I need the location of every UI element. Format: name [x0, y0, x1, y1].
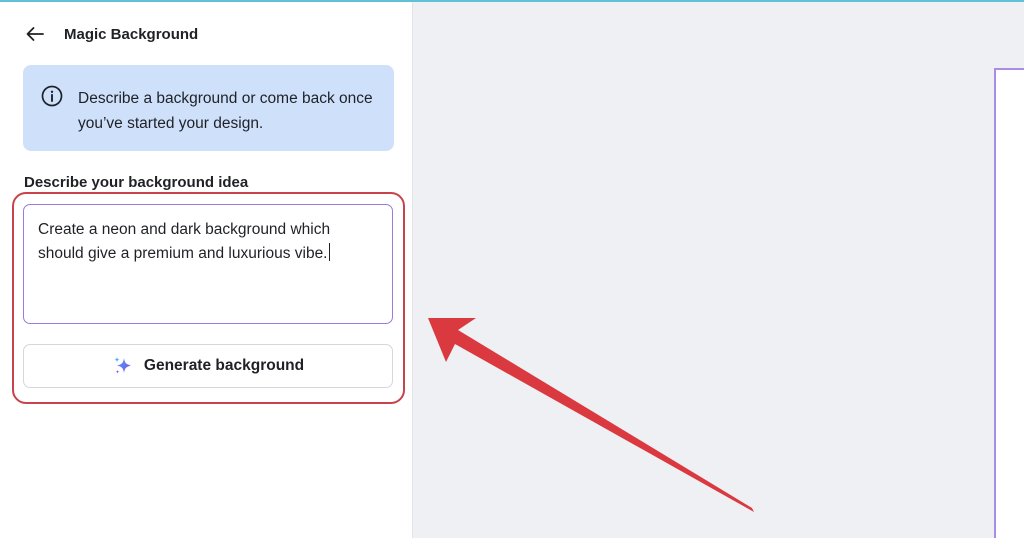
design-canvas-area[interactable]	[413, 2, 1024, 538]
field-label: Describe your background idea	[24, 174, 249, 191]
annotation-highlight-box	[12, 192, 405, 404]
info-text: Describe a background or come back once …	[78, 90, 373, 132]
panel-title: Magic Background	[64, 25, 199, 43]
info-banner: Describe a background or come back once …	[23, 65, 394, 151]
design-page-edge[interactable]	[994, 68, 1024, 538]
info-circle-icon	[41, 85, 63, 107]
panel-header: Magic Background	[24, 22, 198, 46]
magic-background-screen: Magic Background Describe a background o…	[0, 0, 1024, 538]
arrow-left-icon[interactable]	[24, 23, 46, 45]
